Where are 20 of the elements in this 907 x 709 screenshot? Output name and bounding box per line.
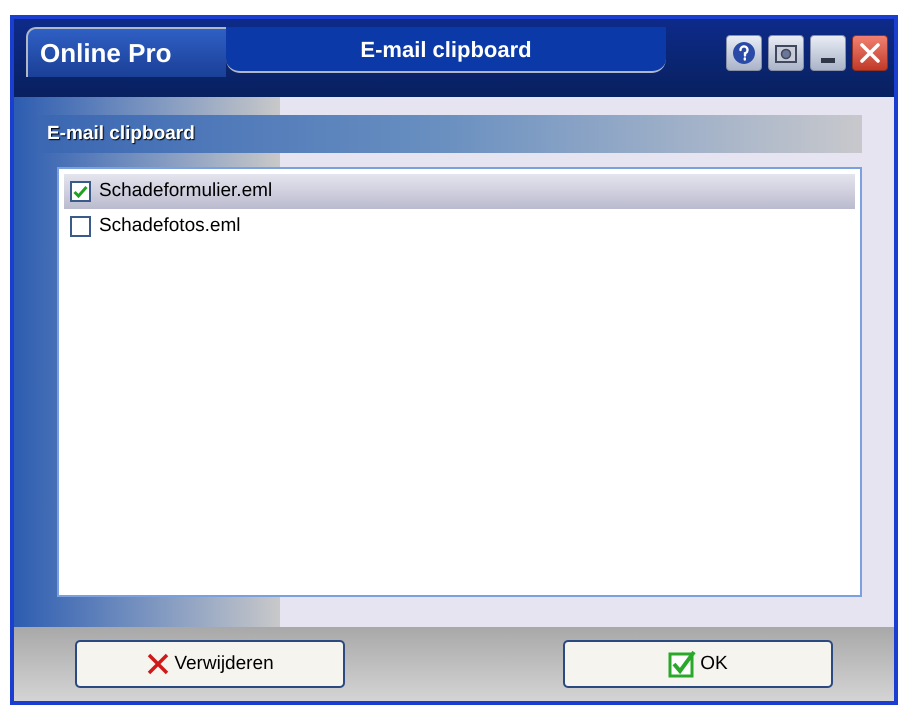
app-name: Online Pro — [40, 36, 172, 70]
checkmark-icon — [668, 650, 696, 678]
checkbox[interactable] — [70, 216, 91, 237]
file-name: Schadeformulier.eml — [99, 179, 272, 204]
window-title: E-mail clipboard — [360, 36, 532, 64]
help-icon — [732, 41, 756, 65]
ok-button[interactable]: OK — [563, 640, 833, 688]
minimize-icon — [821, 58, 835, 63]
file-row[interactable]: Schadeformulier.eml — [64, 174, 855, 209]
help-button[interactable] — [726, 35, 762, 71]
close-button[interactable] — [852, 35, 888, 71]
delete-button[interactable]: Verwijderen — [75, 640, 345, 688]
checkbox[interactable] — [70, 181, 91, 202]
section-heading: E-mail clipboard — [47, 122, 195, 146]
delete-icon — [146, 652, 170, 676]
file-name: Schadefotos.eml — [99, 214, 241, 238]
camera-icon — [775, 43, 797, 63]
screenshot-button[interactable] — [768, 35, 804, 71]
close-icon — [859, 42, 881, 64]
minimize-button[interactable] — [810, 35, 846, 71]
